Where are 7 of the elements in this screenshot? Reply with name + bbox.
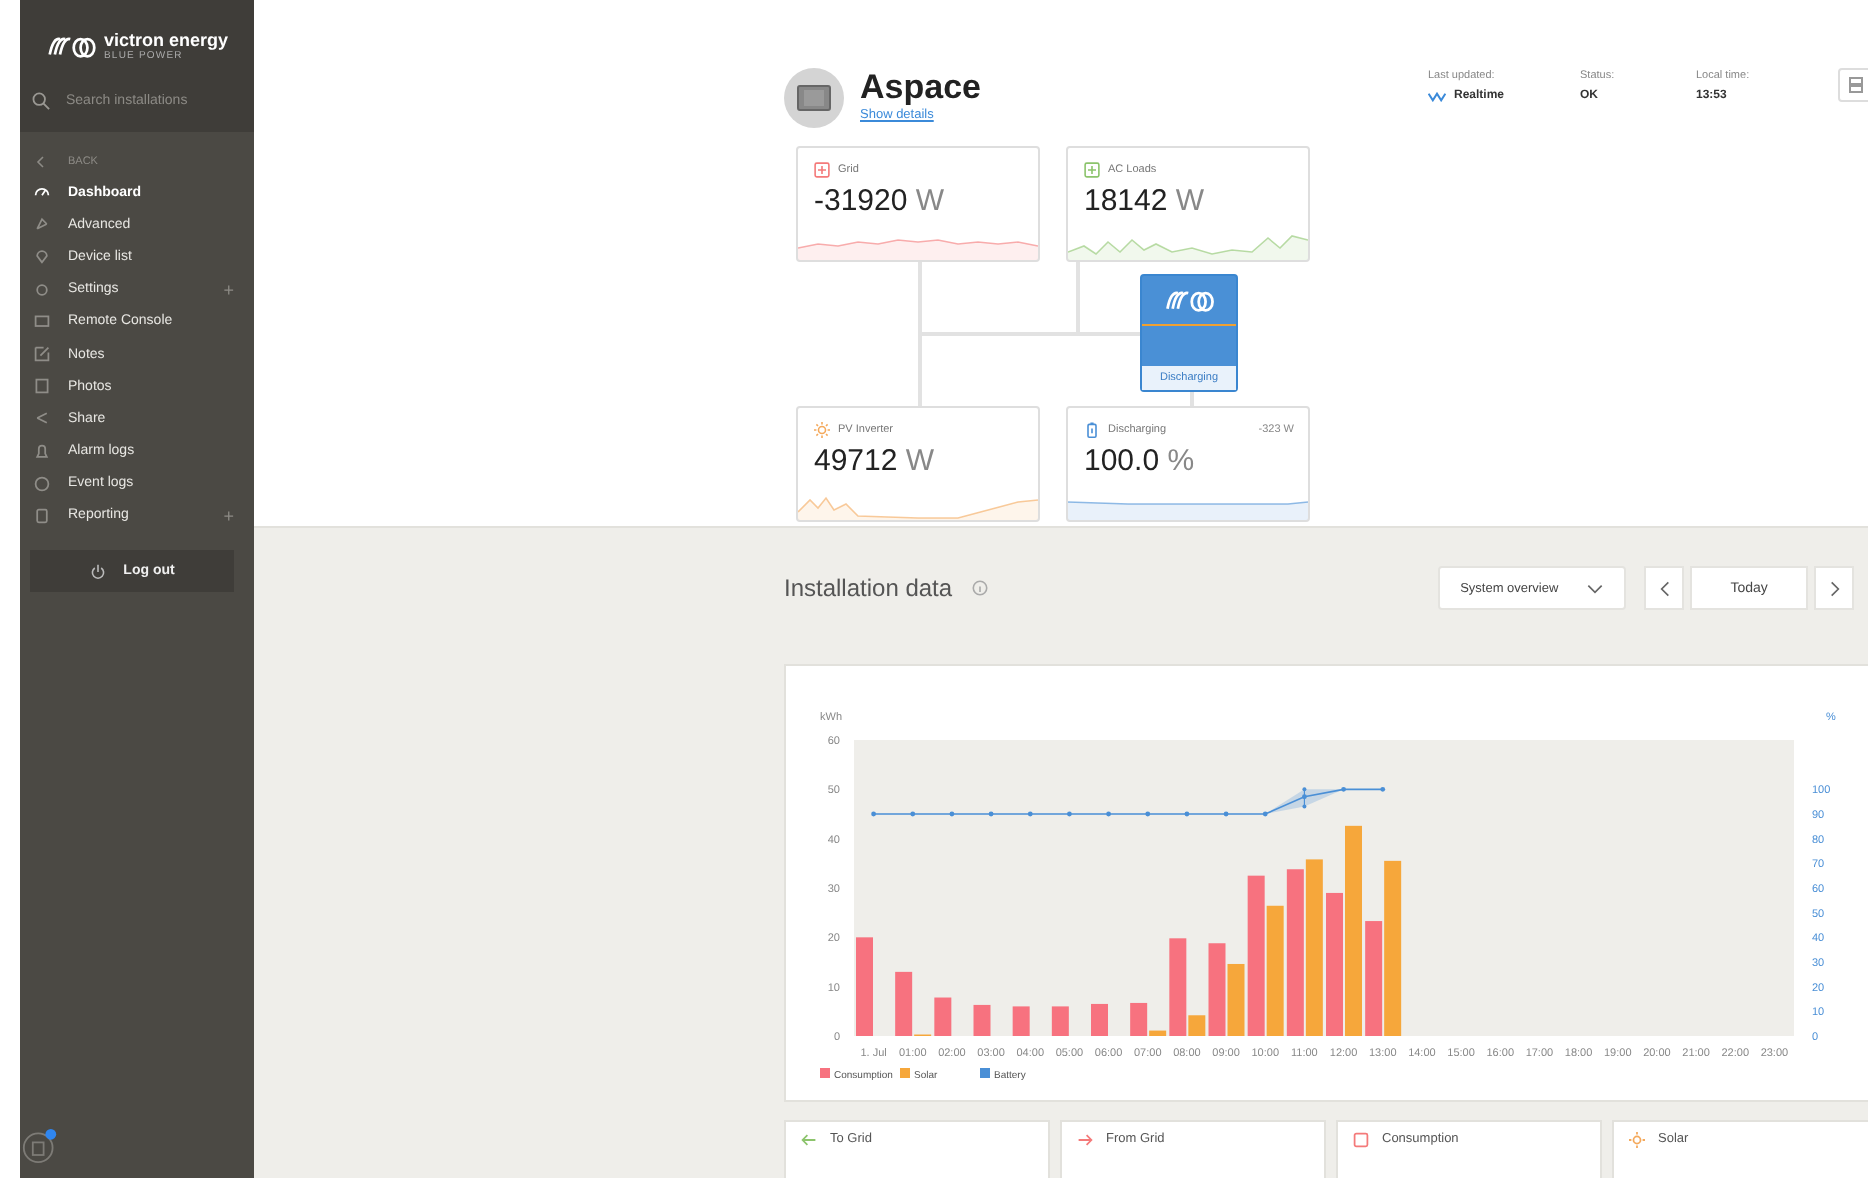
brand-name: victron energy xyxy=(104,30,229,50)
tile-value: 49712 W xyxy=(812,442,937,478)
installation-title: Aspace xyxy=(860,68,983,108)
tile-value: -31920 W xyxy=(812,182,947,218)
tile-value: 100.0 % xyxy=(1082,442,1197,478)
tile-value: 18142 W xyxy=(1082,182,1207,218)
section-title: Installation data xyxy=(784,574,953,602)
